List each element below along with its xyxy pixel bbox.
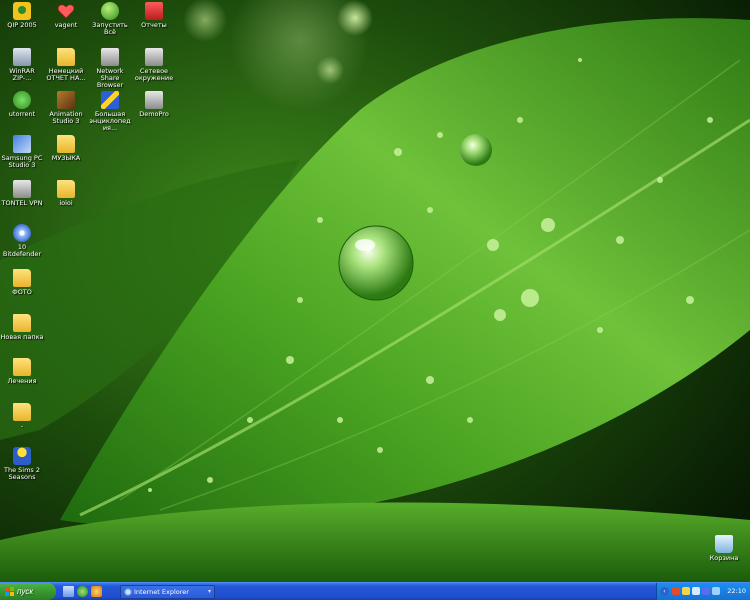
desktop-icon-folder-1[interactable]: Немецкий ОТЧЕТ НА... <box>44 48 88 82</box>
desktop-icon-animation[interactable]: Animation Studio 3 <box>44 91 88 125</box>
tool-icon <box>13 135 31 153</box>
desktop-icon-empty-folder[interactable]: - <box>0 403 44 430</box>
desktop-icon-hdd[interactable]: WinRAR ZIP-... <box>0 48 44 82</box>
disc-icon <box>13 224 31 242</box>
animation-icon <box>57 91 75 109</box>
folder-icon <box>57 48 75 66</box>
drive-icon <box>13 48 31 66</box>
shield-icon[interactable] <box>672 587 680 595</box>
start-label: пуск <box>17 587 34 596</box>
computer-icon <box>145 48 163 66</box>
desktop-icon-sims2[interactable]: The Sims 2 Seasons <box>0 447 44 481</box>
show-desktop-icon[interactable] <box>63 586 74 597</box>
desktop-icon-utorrent[interactable]: utorrent <box>0 91 44 118</box>
desktop-icon-qip[interactable]: QIP 2005 <box>0 2 44 29</box>
desktop-icon-nova-papka[interactable]: Новая папка <box>0 314 44 341</box>
clock[interactable]: 22:10 <box>727 583 746 600</box>
desktop-icon-red-app[interactable]: Отчеты <box>132 2 176 29</box>
desktop-icon-foto[interactable]: ФОТО <box>0 269 44 296</box>
antivirus-icon[interactable] <box>702 587 710 595</box>
task-internet-explorer[interactable]: Internet Explorer ▾ <box>120 585 215 599</box>
folder-icon <box>13 403 31 421</box>
show-hidden-icons-button[interactable]: ‹ <box>660 587 669 596</box>
folder-icon <box>13 314 31 332</box>
green-ball-icon <box>101 2 119 20</box>
qip-icon <box>13 2 31 20</box>
folder-icon <box>13 358 31 376</box>
ie-icon <box>124 588 132 596</box>
system-tray: ‹ 22:10 <box>656 583 750 600</box>
red-app-icon <box>145 2 163 20</box>
media-player-icon[interactable] <box>91 586 102 597</box>
desktop-icon-ioioi[interactable]: ioioi <box>44 180 88 207</box>
ie-quick-launch-icon[interactable] <box>77 586 88 597</box>
folder-icon <box>57 135 75 153</box>
folder-icon <box>13 269 31 287</box>
heart-icon <box>57 2 75 20</box>
language-icon[interactable] <box>712 587 720 595</box>
network-icon[interactable] <box>682 587 690 595</box>
desktop-icon-tontel[interactable]: TONTEL VPN <box>0 180 44 207</box>
desktop-icon-remote[interactable]: Сетевое окружение <box>132 48 176 82</box>
windows-flag-icon <box>5 587 15 596</box>
desktop-icon-big-app[interactable]: Большая энциклопедия... <box>88 91 132 132</box>
start-button[interactable]: пуск <box>0 583 56 600</box>
chevron-down-icon: ▾ <box>207 588 211 595</box>
vpn-icon <box>13 180 31 198</box>
desktop-icon-samsung[interactable]: Samsung PC Studio 3 <box>0 135 44 169</box>
desktop-icon-net-browser[interactable]: Network Share Browser <box>88 48 132 89</box>
recycle-bin-icon <box>715 535 733 553</box>
desktop-icon-vagent[interactable]: vagent <box>44 2 88 29</box>
desktop-icon-bitdefender[interactable]: 10 Bitdefender <box>0 224 44 258</box>
utorrent-icon <box>13 91 31 109</box>
desktop-icon-demopro[interactable]: DemoPro <box>132 91 176 118</box>
desktop-icon-green-app[interactable]: Запустить Всё <box>88 2 132 36</box>
network-icon <box>101 48 119 66</box>
desktop-icon-muzika[interactable]: МУЗЫКА <box>44 135 88 162</box>
folder-icon <box>57 180 75 198</box>
task-label: Internet Explorer <box>134 588 189 596</box>
sims-icon <box>13 447 31 465</box>
scanner-icon <box>101 91 119 109</box>
desktop-icon-lecheniya[interactable]: Лечения <box>0 358 44 385</box>
desktop-icon-recycle-bin[interactable]: Корзина <box>702 535 746 562</box>
taskbar: пуск Internet Explorer ▾ ‹ 22:10 <box>0 582 750 600</box>
volume-icon[interactable] <box>692 587 700 595</box>
computer-icon <box>145 91 163 109</box>
